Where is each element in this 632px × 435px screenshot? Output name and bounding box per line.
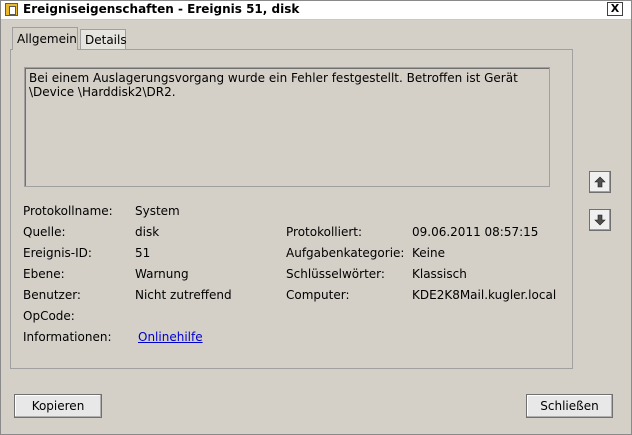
label-computer: Computer: xyxy=(286,288,350,302)
label-aufgabenkategorie: Aufgabenkategorie: xyxy=(286,246,405,260)
value-ereignis-id: 51 xyxy=(135,246,151,260)
next-event-button[interactable] xyxy=(589,209,611,231)
copy-button[interactable]: Kopieren xyxy=(14,394,102,418)
value-ebene: Warnung xyxy=(135,267,189,281)
label-informationen: Informationen: xyxy=(23,330,112,344)
event-message-box[interactable]: Bei einem Auslagerungsvorgang wurde ein … xyxy=(24,67,550,187)
window-title: Ereigniseigenschaften - Ereignis 51, dis… xyxy=(23,2,300,16)
tab-details-label: Details xyxy=(85,33,127,47)
label-ereignis-id: Ereignis-ID: xyxy=(23,246,92,260)
label-opcode: OpCode: xyxy=(23,309,75,323)
tab-general-label: Allgemein xyxy=(17,32,77,46)
event-viewer-icon xyxy=(5,3,18,16)
close-button[interactable]: Schließen xyxy=(526,394,613,418)
tab-details[interactable]: Details xyxy=(80,29,127,50)
close-window-button[interactable]: X xyxy=(607,2,623,16)
arrow-down-icon xyxy=(594,214,606,226)
value-aufgabenkategorie: Keine xyxy=(412,246,445,260)
value-protokolliert: 09.06.2011 08:57:15 xyxy=(412,225,539,239)
label-benutzer: Benutzer: xyxy=(23,288,81,302)
value-protokollname: System xyxy=(135,204,180,218)
label-quelle: Quelle: xyxy=(23,225,66,239)
tab-general[interactable]: Allgemein xyxy=(12,27,78,50)
value-benutzer: Nicht zutreffend xyxy=(135,288,232,302)
arrow-up-icon xyxy=(594,176,606,188)
value-quelle: disk xyxy=(135,225,160,239)
onlinehilfe-link[interactable]: Onlinehilfe xyxy=(138,330,203,344)
event-properties-window: Ereigniseigenschaften - Ereignis 51, dis… xyxy=(0,0,632,435)
label-protokolliert: Protokolliert: xyxy=(286,225,363,239)
previous-event-button[interactable] xyxy=(589,171,611,193)
label-schluesselwoerter: Schlüsselwörter: xyxy=(286,267,385,281)
label-protokollname: Protokollname: xyxy=(23,204,113,218)
value-computer: KDE2K8Mail.kugler.local xyxy=(412,288,557,302)
label-ebene: Ebene: xyxy=(23,267,65,281)
title-bar[interactable]: Ereigniseigenschaften - Ereignis 51, dis… xyxy=(1,1,631,20)
value-schluesselwoerter: Klassisch xyxy=(412,267,467,281)
